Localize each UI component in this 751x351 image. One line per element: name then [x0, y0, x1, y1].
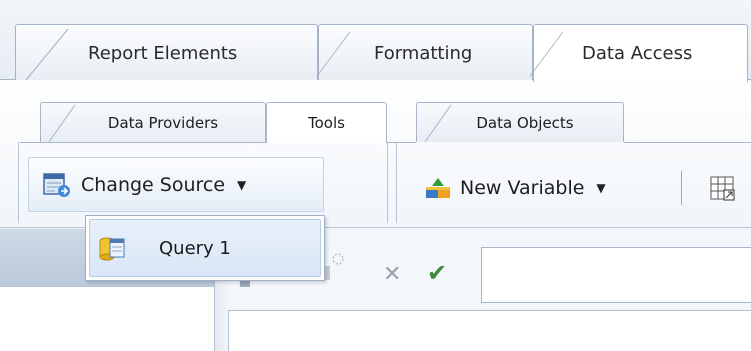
subtab-tools[interactable]: Tools — [266, 102, 387, 143]
tab-label: Report Elements — [88, 42, 238, 64]
subtab-label: Tools — [308, 114, 345, 132]
tab-formatting[interactable]: Formatting — [316, 24, 533, 81]
chevron-down-icon: ▼ — [237, 177, 247, 192]
tab-slant-decoration — [424, 104, 452, 143]
change-source-dropdown: Query 1 — [85, 215, 325, 281]
new-variable-label: New Variable — [460, 177, 585, 199]
formula-input[interactable] — [481, 247, 751, 303]
new-variable-icon — [426, 178, 450, 198]
change-source-icon — [43, 172, 70, 197]
change-source-label: Change Source — [81, 173, 226, 196]
ribbon-panel: Data Providers Tools Data Objects Change… — [0, 80, 751, 228]
tab-label: Formatting — [374, 42, 473, 64]
change-source-button[interactable]: Change Source ▼ — [28, 157, 324, 212]
subtab-label: Data Objects — [476, 113, 574, 132]
tab-report-elements[interactable]: Report Elements — [15, 24, 318, 81]
menu-item-query-1[interactable]: Query 1 — [89, 219, 321, 277]
new-variable-button[interactable]: New Variable ▼ — [424, 171, 606, 205]
tab-data-access[interactable]: Data Access — [529, 24, 748, 82]
close-icon[interactable]: ✕ — [383, 262, 401, 287]
report-work-area[interactable] — [228, 310, 751, 351]
checkmark-icon[interactable]: ✔ — [427, 259, 447, 287]
subtab-data-providers[interactable]: Data Providers — [40, 102, 266, 143]
chevron-down-icon: ▼ — [596, 181, 606, 195]
tab-slant-decoration — [48, 104, 76, 143]
tab-slant-decoration — [316, 31, 351, 77]
menu-item-label: Query 1 — [159, 237, 231, 259]
table-icon[interactable] — [708, 174, 738, 204]
ribbon-tab-strip: Report Elements Formatting Data Access — [0, 0, 751, 82]
tab-slant-decoration — [25, 28, 69, 81]
subtab-data-objects[interactable]: Data Objects — [416, 102, 624, 143]
toolbar-separator — [681, 171, 682, 205]
tab-slant-decoration — [529, 31, 564, 77]
database-query-icon — [99, 237, 125, 261]
tab-label: Data Access — [582, 43, 693, 64]
subtab-label: Data Providers — [107, 113, 219, 132]
